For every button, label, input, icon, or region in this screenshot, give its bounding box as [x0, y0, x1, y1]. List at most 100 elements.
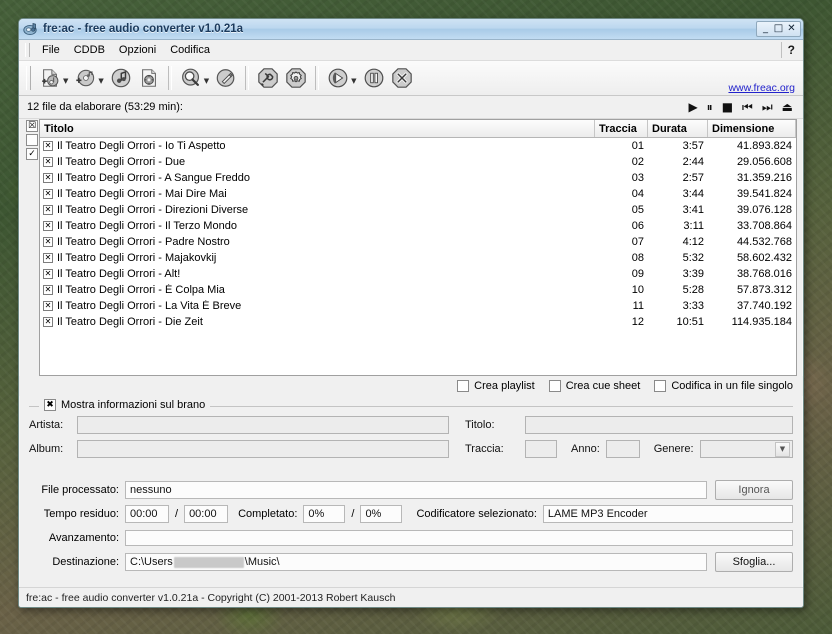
create-cue-sheet-box[interactable]	[548, 380, 561, 392]
show-track-info-checkbox[interactable]: ✖	[44, 399, 56, 411]
column-header-traccia[interactable]: Traccia	[595, 120, 648, 137]
row-track-cell: 04	[631, 188, 644, 200]
menu-codifica[interactable]: Codifica	[163, 42, 217, 58]
column-header-durata[interactable]: Durata	[648, 120, 708, 137]
table-row[interactable]: ✕ Il Teatro Degli Orrori - É Colpa Mia 10 5…	[40, 282, 796, 298]
ignore-button[interactable]: Ignora	[715, 480, 793, 500]
row-checkbox[interactable]: ✕	[43, 301, 53, 311]
encode-single-file-box[interactable]	[654, 380, 667, 392]
create-cue-sheet-checkbox[interactable]: Crea cue sheet	[548, 380, 640, 392]
table-row[interactable]: ✕ Il Teatro Degli Orrori - Due 02 2:44 29.05…	[40, 154, 796, 170]
table-row[interactable]: ✕ Il Teatro Degli Orrori - Padre Nostro 07…	[40, 234, 796, 250]
play-dropdown-arrow[interactable]: ▼	[351, 77, 356, 85]
row-track-cell: 10	[631, 284, 644, 296]
menu-opzioni[interactable]: Opzioni	[112, 42, 163, 58]
add-cd-icon[interactable]	[72, 65, 98, 91]
row-checkbox[interactable]: ✕	[43, 189, 53, 199]
table-row[interactable]: ✕ Il Teatro Degli Orrori - Direzioni Dive…	[40, 202, 796, 218]
title-field[interactable]	[525, 416, 793, 434]
browse-button[interactable]: Sfoglia...	[715, 552, 793, 572]
genre-select[interactable]: ▼	[699, 440, 793, 458]
column-header-titolo[interactable]: Titolo	[40, 120, 595, 137]
open-joblist-dropdown-arrow[interactable]: ▼	[204, 77, 209, 85]
row-checkbox[interactable]: ✕	[43, 221, 53, 231]
row-title-cell: ✕ Il Teatro Degli Orrori - Die Zeit	[40, 316, 595, 328]
completed-label: Completato:	[238, 508, 298, 520]
track-info-group-title[interactable]: ✖ Mostra informazioni sul brano	[39, 399, 211, 411]
close-button[interactable]: ✕	[785, 23, 798, 36]
row-title-text: Il Teatro Degli Orrori - Due	[57, 156, 186, 168]
row-track-cell: 06	[631, 220, 644, 232]
year-field[interactable]	[605, 440, 640, 458]
table-row[interactable]: ✕ Il Teatro Degli Orrori - Die Zeit 12 10:5…	[40, 314, 796, 330]
table-row[interactable]: ✕ Il Teatro Degli Orrori - Io Ti Aspetto 0…	[40, 138, 796, 154]
pause-icon[interactable]	[361, 65, 387, 91]
row-checkbox[interactable]: ✕	[43, 269, 53, 279]
row-duration-cell: 3:39	[682, 268, 704, 280]
completed-separator: /	[351, 508, 355, 520]
row-duration-cell: 2:57	[682, 172, 704, 184]
artist-field[interactable]	[77, 416, 449, 434]
remove-music-icon[interactable]	[108, 65, 134, 91]
table-row[interactable]: ✕ Il Teatro Degli Orrori - A Sangue Fredd…	[40, 170, 796, 186]
add-file-icon[interactable]	[37, 65, 63, 91]
row-track-cell: 02	[631, 156, 644, 168]
freac-website-link[interactable]: www.freac.org	[728, 82, 795, 94]
pause-button[interactable]: ⏸	[707, 101, 713, 113]
menu-cddb[interactable]: CDDB	[67, 42, 112, 58]
add-file-dropdown-arrow[interactable]: ▼	[63, 77, 68, 85]
row-checkbox[interactable]: ✕	[43, 253, 53, 263]
table-row[interactable]: ✕ Il Teatro Degli Orrori - Alt! 09 3:39 38.7…	[40, 266, 796, 282]
album-field[interactable]	[77, 440, 449, 458]
chevron-down-icon[interactable]: ▼	[775, 441, 790, 457]
stop-x-icon[interactable]	[389, 65, 415, 91]
table-row[interactable]: ✕ Il Teatro Degli Orrori - Il Terzo Mondo…	[40, 218, 796, 234]
menu-file[interactable]: File	[35, 42, 67, 58]
minimize-button[interactable]: _	[759, 23, 772, 36]
menu-drag-handle[interactable]	[25, 43, 30, 57]
maximize-button[interactable]: □	[772, 23, 785, 36]
row-title-cell: ✕ Il Teatro Degli Orrori - A Sangue Fredd…	[40, 172, 595, 184]
open-joblist-icon[interactable]	[178, 65, 204, 91]
selection-buttons: ☒ ✓	[25, 119, 39, 376]
select-none-button[interactable]	[26, 134, 38, 146]
play-button[interactable]: ▶	[688, 101, 697, 113]
help-button[interactable]: ?	[780, 42, 803, 58]
row-checkbox[interactable]: ✕	[43, 141, 53, 151]
track-number-field[interactable]	[525, 440, 557, 458]
toolbar-drag-handle[interactable]	[26, 66, 31, 90]
toolbar-separator-1	[167, 66, 172, 90]
save-joblist-icon[interactable]	[213, 65, 239, 91]
gear-icon[interactable]	[283, 65, 309, 91]
encode-single-file-checkbox[interactable]: Codifica in un file singolo	[654, 380, 793, 392]
clear-list-icon[interactable]	[136, 65, 162, 91]
row-checkbox[interactable]: ✕	[43, 285, 53, 295]
row-checkbox[interactable]: ✕	[43, 205, 53, 215]
row-title-cell: ✕ Il Teatro Degli Orrori - La Vita É Brev…	[40, 300, 595, 312]
row-checkbox[interactable]: ✕	[43, 317, 53, 327]
stop-button[interactable]: ■	[722, 101, 733, 113]
table-row[interactable]: ✕ Il Teatro Degli Orrori - Mai Dire Mai 04…	[40, 186, 796, 202]
eject-button[interactable]: ⏏	[782, 101, 793, 113]
table-row[interactable]: ✕ Il Teatro Degli Orrori - Majakovkij 08 5:…	[40, 250, 796, 266]
create-playlist-box[interactable]	[457, 380, 470, 392]
next-button[interactable]: ⏭	[762, 101, 773, 113]
toggle-selection-button[interactable]: ✓	[26, 148, 38, 160]
joblist-table[interactable]: Titolo Traccia Durata Dimensione ✕ Il Tea…	[39, 119, 797, 376]
tools-icon[interactable]	[255, 65, 281, 91]
previous-button[interactable]: ⏮	[742, 101, 753, 113]
create-playlist-checkbox[interactable]: Crea playlist	[457, 380, 535, 392]
row-checkbox[interactable]: ✕	[43, 173, 53, 183]
table-row[interactable]: ✕ Il Teatro Degli Orrori - La Vita É Brev…	[40, 298, 796, 314]
select-all-button[interactable]: ☒	[26, 120, 38, 132]
row-duration-cell: 3:57	[682, 140, 704, 152]
row-size-cell: 58.602.432	[736, 252, 792, 264]
row-checkbox[interactable]: ✕	[43, 157, 53, 167]
column-header-dimensione[interactable]: Dimensione	[708, 120, 796, 137]
destination-field[interactable]: C:\Users \Music\	[125, 553, 707, 571]
row-duration-cell: 3:44	[682, 188, 704, 200]
freac-app-icon	[23, 21, 39, 37]
add-cd-dropdown-arrow[interactable]: ▼	[98, 77, 103, 85]
play-icon[interactable]	[325, 65, 351, 91]
row-checkbox[interactable]: ✕	[43, 237, 53, 247]
